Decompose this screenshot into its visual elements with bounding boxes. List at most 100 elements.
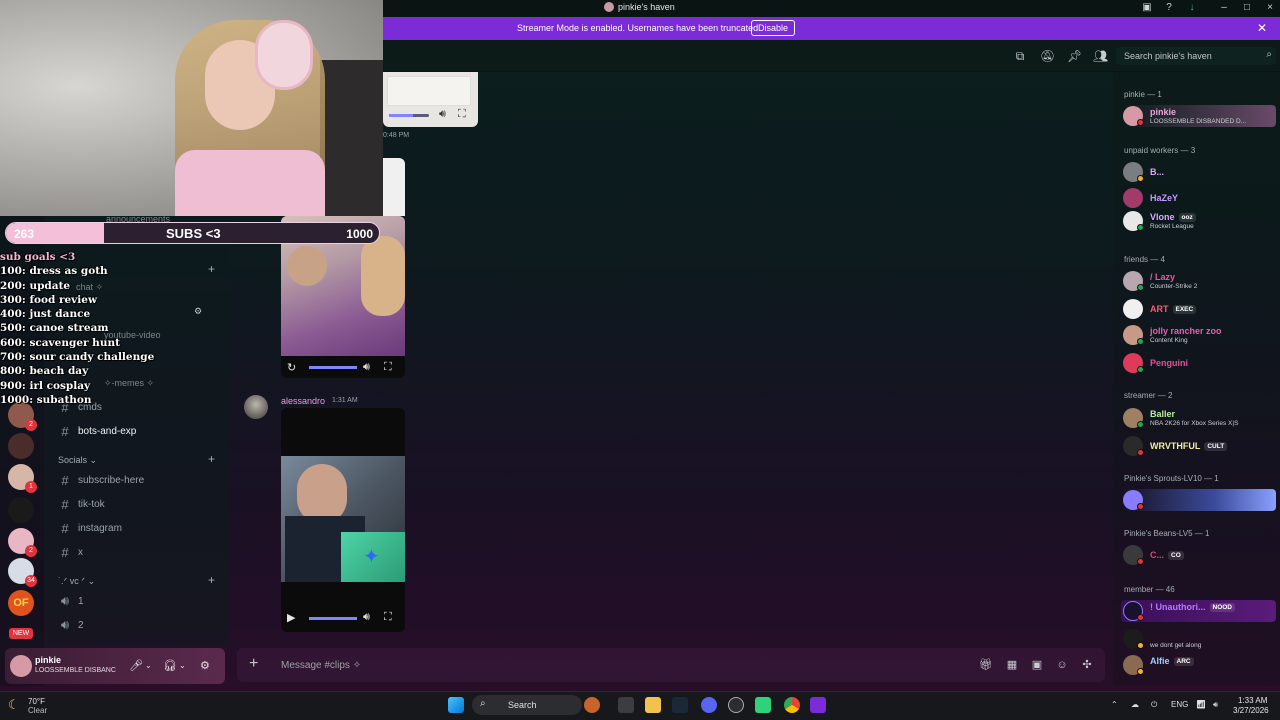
minimize-icon[interactable]: –	[1218, 2, 1230, 14]
file-explorer-icon[interactable]	[645, 697, 661, 713]
fullscreen-icon[interactable]: ⛶	[458, 108, 466, 121]
server-icon[interactable]	[8, 433, 34, 459]
server-icon[interactable]: OF	[8, 590, 34, 616]
volume-icon[interactable]: 🔊︎	[363, 361, 370, 374]
server-icon[interactable]: 2	[8, 528, 37, 557]
channel-item-subscribe-here[interactable]: # subscribe-here	[60, 473, 144, 488]
invite-icon[interactable]: ⚙	[194, 306, 202, 317]
windows-start-icon[interactable]	[448, 697, 464, 713]
taskbar-search[interactable]: ⌕ Search	[472, 695, 582, 715]
settings-icon[interactable]: ⚙	[200, 659, 210, 672]
tray-app-icon[interactable]: ⏻	[1151, 700, 1157, 710]
replay-icon[interactable]: ↻	[287, 361, 296, 374]
headphones-icon[interactable]: 🎧︎	[163, 659, 177, 672]
chevron-down-icon[interactable]: ⌄	[179, 661, 186, 670]
tray-overflow-icon[interactable]: ⌃	[1111, 700, 1118, 709]
app-icon[interactable]	[755, 697, 771, 713]
search-highlight-icon[interactable]	[584, 697, 600, 713]
sub-goal-item: 800: beach day	[0, 365, 89, 378]
category-socials[interactable]: Socials ⌄	[58, 455, 97, 466]
sticker-icon[interactable]: ▣	[1030, 658, 1044, 672]
video-attachment-top[interactable]: 🔊︎ ⛶	[383, 72, 478, 127]
steam-icon[interactable]	[672, 697, 688, 713]
add-channel-icon[interactable]: +	[208, 573, 215, 587]
inbox-icon[interactable]: ▣	[1141, 2, 1153, 14]
server-icon[interactable]: 34	[8, 558, 37, 587]
wifi-icon[interactable]: 📶︎	[1196, 700, 1206, 709]
threads-icon[interactable]: ⧉	[1013, 49, 1027, 63]
microphone-icon[interactable]: 🎤︎	[129, 659, 143, 672]
member-item[interactable]: HaZeY	[1121, 187, 1276, 209]
add-attachment-icon[interactable]: +	[249, 655, 258, 673]
maximize-icon[interactable]: □	[1241, 2, 1253, 14]
member-item[interactable]: WRVTHFUL CULT	[1121, 435, 1276, 457]
category-vc[interactable]: ˙.ᐟ vc ᐟ ⌄	[58, 576, 95, 587]
member-item[interactable]	[1121, 489, 1276, 511]
apps-icon[interactable]: ✣	[1080, 658, 1094, 672]
member-item[interactable]: C... CO	[1121, 544, 1276, 566]
message-input[interactable]: Message #clips ✧	[281, 660, 361, 671]
chrome-icon[interactable]	[784, 697, 800, 713]
download-icon[interactable]: ↓	[1186, 2, 1198, 14]
close-banner-icon[interactable]: ✕	[1257, 21, 1267, 35]
channel-item-x[interactable]: # x	[60, 545, 83, 560]
server-icon[interactable]	[8, 497, 34, 523]
member-activity: we dont get along	[1150, 642, 1202, 649]
voice-channel-1[interactable]: 🔊︎ 1	[60, 593, 84, 609]
member-item[interactable]: pinkie LOOSSEMBLE DISBANDED D...	[1121, 105, 1276, 127]
help-icon[interactable]: ?	[1163, 2, 1175, 14]
message-author[interactable]: alessandro	[281, 396, 325, 406]
disable-streamer-mode-button[interactable]: Disable	[751, 20, 796, 36]
voice-channel-2[interactable]: 🔊︎ 2	[60, 617, 84, 633]
volume-slider[interactable]	[309, 366, 357, 369]
add-channel-icon[interactable]: +	[208, 262, 215, 276]
add-channel-icon[interactable]: +	[208, 452, 215, 466]
member-item[interactable]: jolly rancher zoo Content King	[1121, 324, 1276, 346]
fullscreen-icon[interactable]: ⛶	[384, 611, 392, 624]
author-avatar[interactable]	[244, 395, 268, 419]
server-icon[interactable]: 1	[8, 464, 37, 493]
channel-item-instagram[interactable]: # instagram	[60, 521, 122, 536]
discord-icon[interactable]	[701, 697, 717, 713]
fullscreen-icon[interactable]: ⛶	[384, 361, 392, 374]
language-indicator[interactable]: ENG	[1171, 700, 1188, 709]
emoji-icon[interactable]: ☺	[1055, 658, 1069, 672]
task-view-icon[interactable]	[618, 697, 634, 713]
close-window-icon[interactable]: ×	[1264, 2, 1276, 14]
member-item[interactable]: / Lazy Counter-Strike 2	[1121, 270, 1276, 292]
volume-icon[interactable]: 🔊︎	[363, 611, 370, 624]
member-list-icon[interactable]: 👥︎	[1093, 49, 1108, 63]
member-item[interactable]: Vlone ooz Rocket League	[1121, 210, 1276, 232]
play-icon[interactable]: ▶	[287, 611, 295, 624]
volume-slider[interactable]	[389, 114, 429, 117]
pin-icon[interactable]: 📌︎	[1067, 49, 1082, 63]
search-box[interactable]: Search pinkie's haven ⌕	[1116, 47, 1276, 65]
avatar[interactable]	[10, 655, 32, 677]
status-online-icon	[1137, 284, 1144, 291]
member-name: ART EXEC	[1150, 304, 1197, 315]
channel-item-tik-tok[interactable]: # tik-tok	[60, 497, 104, 512]
video-attachment-2[interactable]: ✦ ▶ 🔊︎ ⛶	[281, 408, 405, 632]
subs-goal-bar: 263 SUBS <3 1000	[5, 222, 380, 244]
notifications-muted-icon[interactable]: 🔕︎	[1040, 49, 1055, 63]
volume-icon[interactable]: 🔊︎	[1213, 700, 1218, 710]
member-item[interactable]: ! Unauthori... NOOD	[1121, 600, 1276, 622]
image-attachment-edge[interactable]	[383, 158, 405, 216]
member-item[interactable]: we dont get along	[1121, 628, 1276, 650]
tray-app-icon[interactable]: ☁	[1131, 700, 1139, 709]
member-item[interactable]: Alfie ARC	[1121, 654, 1276, 676]
member-item[interactable]: B...	[1121, 161, 1276, 183]
search-input[interactable]: Search pinkie's haven	[1124, 51, 1212, 61]
openai-icon[interactable]	[728, 697, 744, 713]
gif-icon[interactable]: ▦	[1005, 658, 1019, 672]
channel-item-bots-and-exp[interactable]: # bots-and-exp	[60, 424, 136, 439]
member-item[interactable]: Penguini	[1121, 352, 1276, 374]
volume-slider[interactable]	[309, 617, 357, 620]
volume-icon[interactable]: 🔊︎	[439, 108, 446, 121]
gift-icon[interactable]: 🎁︎	[979, 658, 993, 672]
member-item[interactable]: Baller NBA 2K26 for Xbox Series X|S	[1121, 407, 1276, 429]
kick-icon[interactable]	[810, 697, 826, 713]
status-dnd-icon	[1137, 558, 1144, 565]
member-item[interactable]: ART EXEC	[1121, 298, 1276, 320]
chevron-down-icon[interactable]: ⌄	[145, 661, 152, 670]
